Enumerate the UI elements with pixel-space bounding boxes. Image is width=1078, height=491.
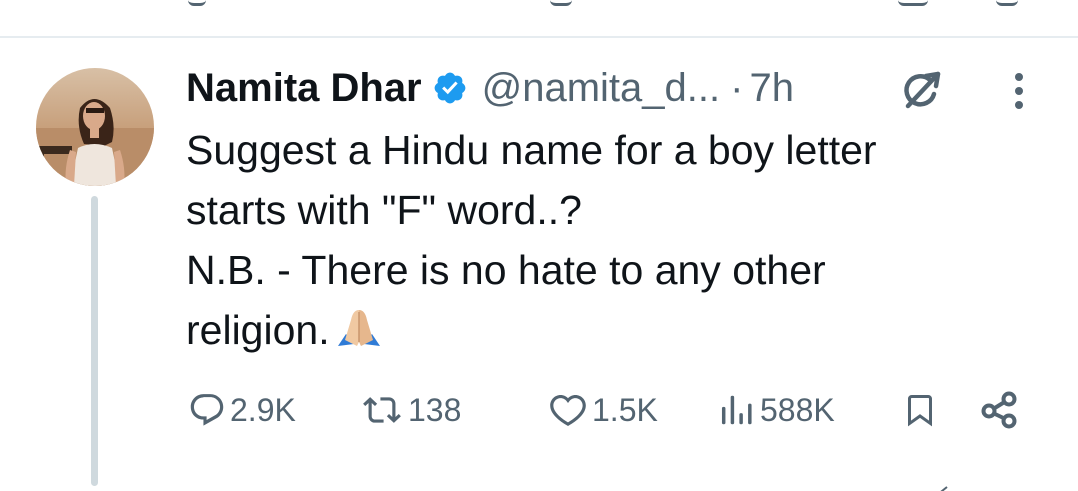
bookmark-button[interactable] <box>902 388 938 432</box>
previous-tweet-remnant <box>0 0 1078 36</box>
tweet-text-line: religion. <box>186 307 330 353</box>
previous-action-icon-fragment <box>188 0 206 6</box>
reply-button[interactable]: 2.9K <box>188 388 296 432</box>
views-count: 588K <box>760 391 835 428</box>
scroll-edge-mark <box>936 482 948 491</box>
like-button[interactable]: 1.5K <box>548 388 658 432</box>
author-handle[interactable]: @namita_d... <box>482 66 721 111</box>
tweet-text-last-line: religion. <box>186 300 1046 360</box>
avatar[interactable] <box>36 68 154 186</box>
folded-hands-emoji <box>332 304 386 346</box>
repost-count: 138 <box>408 391 462 428</box>
tweet-text-line: starts with "F" word..? <box>186 187 582 233</box>
tweet-header: Namita Dhar @namita_d... · 7h <box>186 62 794 114</box>
views-chart-icon <box>721 395 752 425</box>
tweet-text-line: Suggest a Hindu name for a boy letter <box>186 127 877 173</box>
reply-count: 2.9K <box>230 391 296 428</box>
repost-icon <box>363 397 401 423</box>
repost-button[interactable]: 138 <box>360 388 461 432</box>
verified-badge-icon <box>432 70 468 106</box>
tweet-text: Suggest a Hindu name for a boy letter st… <box>186 120 1046 360</box>
views-button[interactable]: 588K <box>718 388 835 432</box>
previous-action-icon-fragment <box>898 0 928 6</box>
thread-line <box>91 196 98 486</box>
more-vertical-icon[interactable] <box>1012 72 1026 112</box>
reply-icon <box>190 394 224 426</box>
share-icon <box>981 391 1017 429</box>
tweet-divider <box>0 36 1078 38</box>
grok-icon[interactable] <box>900 68 944 112</box>
previous-action-icon-fragment <box>550 0 572 6</box>
bookmark-icon <box>908 395 932 427</box>
tweet-text-line: N.B. - There is no hate to any other <box>186 247 826 293</box>
tweet-actions: 2.9K 138 1.5K 588K <box>188 388 1028 432</box>
tweet-timestamp[interactable]: 7h <box>749 66 794 111</box>
previous-action-icon-fragment <box>996 0 1018 6</box>
share-button[interactable] <box>980 388 1020 432</box>
author-name[interactable]: Namita Dhar <box>186 66 422 111</box>
separator-dot: · <box>730 65 744 110</box>
like-count: 1.5K <box>592 391 658 428</box>
heart-icon <box>550 394 586 426</box>
